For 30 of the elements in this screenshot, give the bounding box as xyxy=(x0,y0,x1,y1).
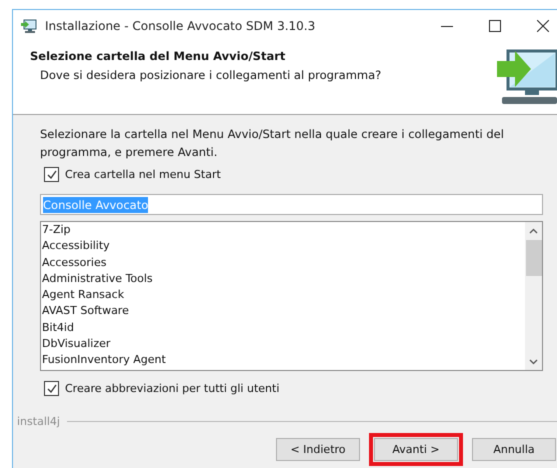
step-subtitle: Dove si desidera posizionare i collegamenti al programma? xyxy=(39,68,382,82)
computer-arrow-icon xyxy=(21,18,37,34)
chevron-up-icon[interactable] xyxy=(529,228,538,234)
computer-arrow-icon xyxy=(497,49,557,105)
folder-list-item[interactable]: DbVisualizer xyxy=(42,336,525,352)
maximize-icon[interactable] xyxy=(489,20,501,32)
scrollbar[interactable] xyxy=(525,222,542,370)
folder-list-item[interactable]: Accessibility xyxy=(42,238,525,255)
instructions-text: Selezionare la cartella nel Menu Avvio/Start nella quale creare i collegamenti del programma, e premere Avanti. xyxy=(40,126,505,161)
folder-list-item[interactable]: Accessories xyxy=(42,254,525,271)
brand-label: install4j xyxy=(17,415,60,428)
folder-list[interactable]: 7-Zip Accessibility Accessories Administrative Tools Agent Ransack AVAST Software Bit4id DbVisualizer FusionInventory Agent xyxy=(40,221,543,371)
folder-list-item[interactable]: 7-Zip xyxy=(42,222,525,238)
folder-list-item[interactable]: FusionInventory Agent xyxy=(42,352,525,369)
folder-list-item[interactable]: Administrative Tools xyxy=(42,270,525,288)
dialog-button[interactable]: Annulla xyxy=(472,438,556,461)
chevron-down-icon[interactable] xyxy=(529,359,538,365)
checkbox-label: Creare abbreviazioni per tutti gli utenti xyxy=(65,382,280,395)
dialog-button[interactable]: < Indietro xyxy=(276,438,360,461)
checkbox[interactable] xyxy=(44,381,59,396)
scrollbar-thumb[interactable] xyxy=(526,240,542,276)
folder-list-item[interactable]: AVAST Software xyxy=(42,303,525,320)
window-title: Installazione - Consolle Avvocato SDM 3.10.3 xyxy=(45,19,316,33)
folder-list-item[interactable]: Bit4id xyxy=(42,320,525,336)
dialog-button[interactable]: Avanti > xyxy=(374,438,458,461)
checkbox-label: Crea cartella nel menu Start xyxy=(65,168,221,181)
checkbox[interactable] xyxy=(44,167,59,182)
folder-list-item[interactable]: Agent Ransack xyxy=(42,287,525,304)
step-title: Selezione cartella del Menu Avvio/Start xyxy=(30,49,286,63)
close-icon[interactable] xyxy=(537,20,549,32)
